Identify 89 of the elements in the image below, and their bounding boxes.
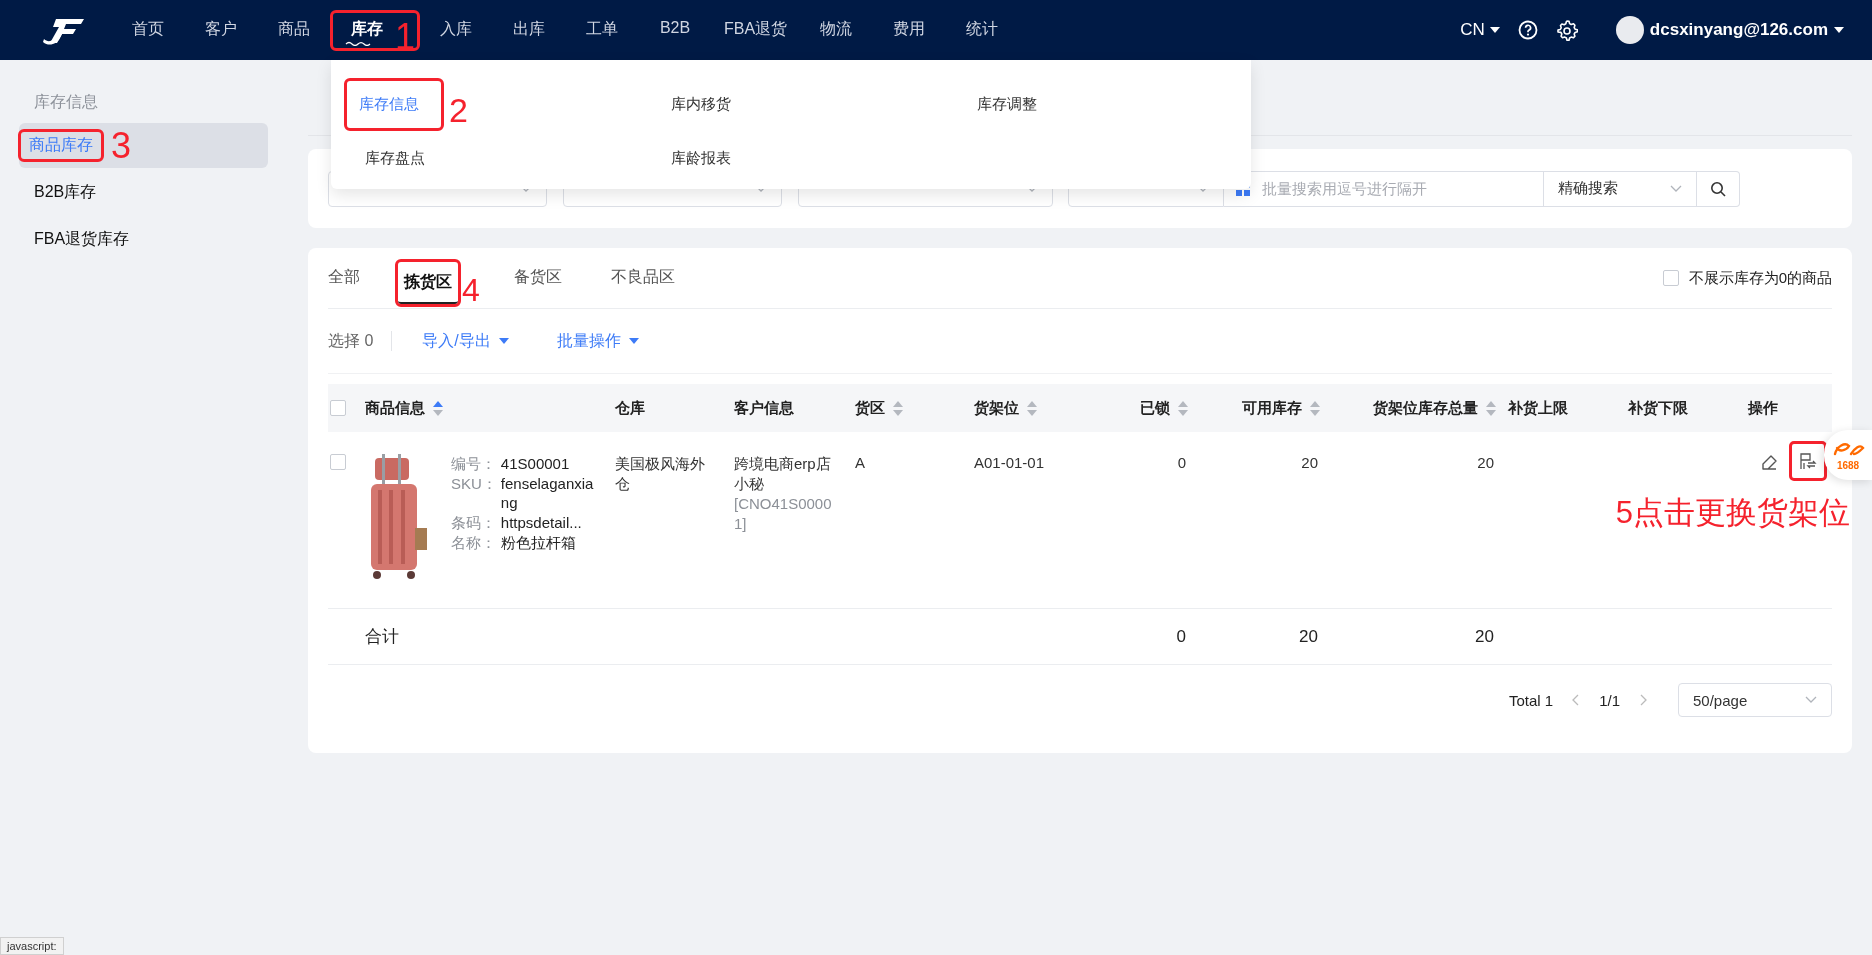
- nav-tab[interactable]: 物流: [802, 12, 871, 48]
- caret-icon: [628, 338, 639, 344]
- match-mode-select[interactable]: 精确搜索: [1544, 170, 1697, 207]
- chevron-icon: [1805, 696, 1817, 704]
- column-header: 补货上限: [1508, 398, 1568, 418]
- menu-item[interactable]: 库内移货: [659, 88, 743, 120]
- menu-item[interactable]: 库存盘点: [353, 142, 437, 174]
- customer-code: [CNO41S00001]: [734, 494, 833, 534]
- checkbox-label: 不展示库存为0的商品: [1688, 268, 1832, 288]
- field-label: 条码：: [451, 513, 497, 532]
- nav-tab[interactable]: 入库: [422, 12, 490, 48]
- nav-tab[interactable]: B2B: [641, 12, 709, 48]
- table-cell: A: [855, 454, 865, 471]
- squiggle-icon: [345, 40, 371, 46]
- column-header: 已锁: [1140, 398, 1170, 418]
- nav-tab[interactable]: 首页: [114, 12, 182, 48]
- page-size-select[interactable]: 50/page: [1678, 683, 1832, 717]
- chevron-right-icon: [1640, 694, 1648, 706]
- total-count: Total 1: [1508, 691, 1554, 709]
- table-cell: 20: [1477, 454, 1494, 471]
- annotation-number: 4: [462, 274, 480, 306]
- column-header: 商品信息: [365, 398, 425, 418]
- summary-value: 20: [1299, 626, 1318, 647]
- help-button[interactable]: [1517, 20, 1538, 40]
- search-button[interactable]: [1697, 170, 1740, 207]
- nav-tab[interactable]: 客户: [187, 12, 255, 48]
- column-header: 客户信息: [734, 398, 794, 418]
- edit-button[interactable]: [1760, 454, 1778, 472]
- table-cell: 0: [1177, 454, 1186, 471]
- column-header: 操作: [1748, 398, 1778, 418]
- column-header: 补货下限: [1628, 398, 1688, 418]
- status-bar: javascript:: [0, 937, 64, 955]
- dropdown-button[interactable]: 导入/导出: [422, 330, 509, 352]
- annotation-text: 5点击更换货架位: [1615, 494, 1850, 532]
- change-shelf-button[interactable]: [1792, 444, 1824, 478]
- menu-item[interactable]: 库存调整: [965, 88, 1049, 120]
- zone-tab[interactable]: 全部: [328, 249, 372, 307]
- nav-tab[interactable]: 统计: [948, 12, 1017, 48]
- zone-tab[interactable]: 备货区: [502, 249, 574, 307]
- checkbox[interactable]: [330, 454, 346, 470]
- column-header: 货架位: [974, 398, 1019, 418]
- annotation-number: 3: [111, 128, 132, 164]
- page-indicator: 1/1: [1599, 691, 1620, 709]
- eraser-icon: [1760, 454, 1778, 472]
- nav-tab[interactable]: 商品: [260, 12, 328, 48]
- user-menu[interactable]: dcsxinyang@126.com: [1615, 16, 1844, 44]
- search-field[interactable]: 批量搜索用逗号进行隔开: [1224, 170, 1544, 207]
- caret-icon: [1834, 27, 1844, 33]
- chevron-icon: [1670, 184, 1682, 193]
- field-value: 粉色拉杆箱: [500, 533, 577, 552]
- column-header: 货区: [855, 398, 885, 418]
- sidebar-link[interactable]: B2B库存: [19, 179, 112, 206]
- column-header: 货架位库存总量: [1373, 398, 1478, 418]
- avatar-icon: [1615, 16, 1644, 44]
- zone-tab[interactable]: 不良品区: [599, 249, 687, 307]
- summary-value: 0: [1176, 626, 1186, 647]
- dropdown-button[interactable]: 批量操作: [556, 330, 639, 352]
- table-cell: 20: [1301, 454, 1318, 471]
- annotation-number: 2: [449, 92, 468, 127]
- nav-tab[interactable]: 费用: [875, 12, 944, 48]
- settings-icon: [1555, 19, 1578, 41]
- sidebar-link[interactable]: FBA退货库存: [19, 226, 145, 253]
- language-switch[interactable]: CN: [1460, 20, 1500, 40]
- checkbox[interactable]: [1662, 270, 1679, 286]
- help-icon: [1517, 20, 1538, 40]
- table-cell: A01-01-01: [974, 454, 1045, 471]
- nav-tab[interactable]: 出库: [495, 12, 563, 48]
- sidebar-heading: 库存信息: [33, 92, 99, 112]
- field-label: SKU：: [451, 474, 497, 494]
- swap-icon: [1799, 452, 1817, 470]
- nav-tab[interactable]: FBA退货: [714, 12, 798, 48]
- table-cell-text: 美国极风海外仓: [615, 454, 706, 494]
- column-header: 仓库: [615, 398, 645, 418]
- field-label: 编号：: [451, 454, 497, 473]
- field-value: 41S00001: [500, 454, 571, 473]
- field-value: httpsdetail...: [500, 513, 583, 532]
- menu-item[interactable]: 库龄报表: [659, 142, 743, 174]
- column-header: 可用库存: [1242, 398, 1302, 418]
- customer-name: 跨境电商erp店小秘: [734, 454, 832, 494]
- summary-value: 20: [1475, 626, 1494, 647]
- selection-count: 选择 0: [328, 330, 374, 351]
- field-label: 名称：: [451, 533, 497, 552]
- nav-tab[interactable]: 工单: [568, 12, 636, 48]
- search-icon: [1710, 180, 1726, 197]
- settings-button[interactable]: [1555, 19, 1578, 41]
- summary-label: 合计: [365, 626, 399, 648]
- caret-icon: [498, 338, 509, 344]
- checkbox[interactable]: [330, 400, 346, 416]
- chevron-left-icon: [1571, 694, 1580, 706]
